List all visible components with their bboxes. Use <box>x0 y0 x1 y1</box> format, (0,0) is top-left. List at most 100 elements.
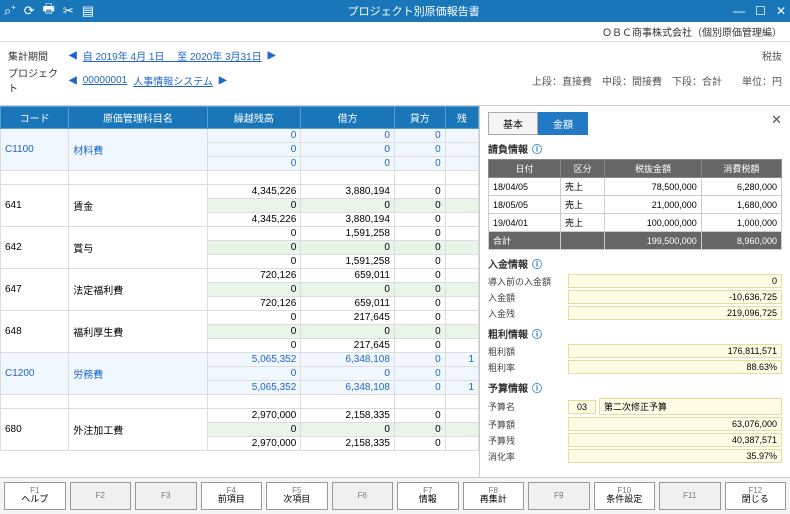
info-icon[interactable]: ⓘ <box>532 256 542 271</box>
fkey-f7[interactable]: F7情報 <box>397 482 459 510</box>
table-row[interactable]: 680外注加工費2,970,0002,158,3350 <box>1 409 479 423</box>
code-cell: C1200 <box>1 353 69 395</box>
budget-name-label: 予算名 <box>488 400 568 413</box>
name-cell <box>69 395 207 409</box>
table-row[interactable]: C1200労務費5,065,3526,348,10801 <box>1 353 479 367</box>
fkey-f10[interactable]: F10条件設定 <box>594 482 656 510</box>
value-cell: 720,126 <box>207 297 301 311</box>
value-cell <box>445 339 478 353</box>
refresh-icon[interactable]: ⟳ <box>24 3 35 19</box>
value-cell: 0 <box>207 199 301 213</box>
company-subtitle: ＯＢＣ商事株式会社（個別原価管理編） <box>0 22 790 42</box>
value-cell <box>207 395 301 409</box>
minimize-icon[interactable]: ― <box>733 4 745 18</box>
value-cell <box>394 171 445 185</box>
kv-row: 入金残219,096,725 <box>488 306 782 320</box>
value-cell: 3,880,194 <box>301 213 395 227</box>
section-budget: 予算情報ⓘ <box>488 380 782 395</box>
project-name-link[interactable]: 人事情報システム <box>133 73 213 88</box>
table-row[interactable]: 648福利厚生費0217,6450 <box>1 311 479 325</box>
grid-pane[interactable]: コード原価管理科目名繰越残高借方貸方残 C1100材料費000000000641… <box>0 106 480 477</box>
search-zoom-icon[interactable]: ⌕⁺ <box>4 3 16 19</box>
value-cell <box>301 395 395 409</box>
value-cell <box>445 325 478 339</box>
code-cell <box>1 171 69 185</box>
info-icon[interactable]: ⓘ <box>532 380 542 395</box>
tab-amount[interactable]: 金額 <box>538 112 588 135</box>
value-cell: 217,645 <box>301 311 395 325</box>
value-cell: 0 <box>301 143 395 157</box>
contract-row: 19/04/01売上100,000,0001,000,000 <box>489 214 782 232</box>
value-cell: 0 <box>301 199 395 213</box>
name-cell: 法定福利費 <box>69 269 207 311</box>
table-row[interactable]: C1100材料費000 <box>1 129 479 143</box>
fkey-f12[interactable]: F12閉じる <box>725 482 787 510</box>
value-cell: 1,591,258 <box>301 255 395 269</box>
value-cell: 1,591,258 <box>301 227 395 241</box>
value-cell: 4,345,226 <box>207 185 301 199</box>
value-cell: 217,645 <box>301 339 395 353</box>
value-cell: 0 <box>301 129 395 143</box>
fkey-f8[interactable]: F8再集計 <box>463 482 525 510</box>
value-cell: 0 <box>394 143 445 157</box>
info-icon[interactable]: ⓘ <box>532 326 542 341</box>
value-cell: 0 <box>394 157 445 171</box>
value-cell: 6,348,108 <box>301 381 395 395</box>
project-prev-icon[interactable]: ◀ <box>69 75 77 86</box>
table-row[interactable] <box>1 395 479 409</box>
value-cell: 0 <box>207 339 301 353</box>
project-label: プロジェクト <box>8 65 63 95</box>
fkey-f1[interactable]: F1ヘルプ <box>4 482 66 510</box>
fkey-f5[interactable]: F5次項目 <box>266 482 328 510</box>
value-cell: 0 <box>207 157 301 171</box>
value-cell: 0 <box>207 227 301 241</box>
value-cell: 0 <box>394 297 445 311</box>
table-row[interactable] <box>1 171 479 185</box>
export-icon[interactable]: ▤ <box>82 3 94 19</box>
value-cell: 0 <box>394 185 445 199</box>
name-cell: 賃金 <box>69 185 207 227</box>
code-cell: 647 <box>1 269 69 311</box>
period-link[interactable]: 自 2019年 4月 1日 至 2020年 3月31日 <box>83 48 262 63</box>
period-prev-icon[interactable]: ◀ <box>69 50 77 61</box>
section-contract: 請負情報ⓘ <box>488 141 782 156</box>
value-cell <box>445 143 478 157</box>
close-icon[interactable]: ✕ <box>776 4 786 18</box>
maximize-icon[interactable]: ☐ <box>755 4 766 18</box>
value-cell: 1 <box>445 353 478 367</box>
grid-header: 残 <box>445 107 478 129</box>
table-row[interactable]: 642賞与01,591,2580 <box>1 227 479 241</box>
cut-icon[interactable]: ✂ <box>63 3 74 19</box>
code-cell: 648 <box>1 311 69 353</box>
value-cell <box>445 213 478 227</box>
fkey-f4[interactable]: F4前項目 <box>201 482 263 510</box>
value-cell: 5,065,352 <box>207 353 301 367</box>
info-icon[interactable]: ⓘ <box>532 141 542 156</box>
project-code-link[interactable]: 00000001 <box>83 75 128 86</box>
value-cell: 0 <box>394 325 445 339</box>
cost-grid: コード原価管理科目名繰越残高借方貸方残 C1100材料費000000000641… <box>0 106 479 451</box>
value-cell: 2,970,000 <box>207 437 301 451</box>
budget-name: 第二次修正予算 <box>599 398 782 415</box>
value-cell: 0 <box>394 339 445 353</box>
name-cell: 材料費 <box>69 129 207 171</box>
value-cell: 0 <box>207 241 301 255</box>
table-row[interactable]: 647法定福利費720,126659,0110 <box>1 269 479 283</box>
value-cell <box>445 199 478 213</box>
contract-table: 日付区分税抜金額消費税額 18/04/05売上78,500,0006,280,0… <box>488 159 782 250</box>
kv-row: 消化率35.97% <box>488 449 782 463</box>
name-cell: 外注加工費 <box>69 409 207 451</box>
print-icon[interactable]: 🖶 <box>43 0 55 22</box>
tab-basic[interactable]: 基本 <box>488 112 538 135</box>
project-next-icon[interactable]: ▶ <box>219 75 227 86</box>
section-receipt: 入金情報ⓘ <box>488 256 782 271</box>
detail-close-icon[interactable]: ✕ <box>771 112 782 128</box>
value-cell: 4,345,226 <box>207 213 301 227</box>
detail-pane: ✕ 基本 金額 請負情報ⓘ 日付区分税抜金額消費税額 18/04/05売上78,… <box>480 106 790 477</box>
contract-total-row: 合計199,500,0008,960,000 <box>489 232 782 250</box>
value-cell: 659,011 <box>301 269 395 283</box>
value-cell: 2,970,000 <box>207 409 301 423</box>
table-row[interactable]: 641賃金4,345,2263,880,1940 <box>1 185 479 199</box>
value-cell <box>445 409 478 423</box>
period-next-icon[interactable]: ▶ <box>268 50 276 61</box>
